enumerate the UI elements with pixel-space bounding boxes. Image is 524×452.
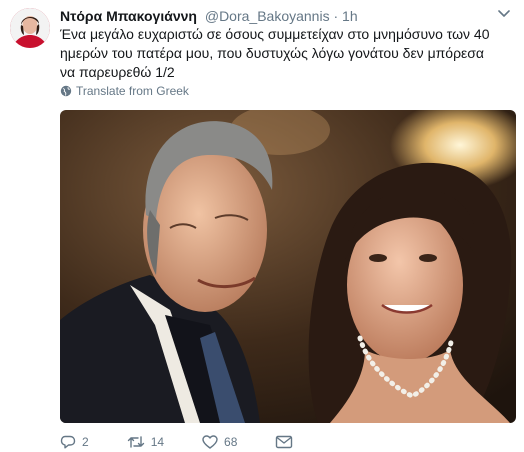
tweet[interactable]: Ντόρα Μπακογιάννη @Dora_Bakoyannis · 1h … [0,0,524,449]
tweet-timestamp[interactable]: 1h [342,8,358,24]
retweet-count: 14 [150,435,165,449]
author-handle[interactable]: @Dora_Bakoyannis [205,8,330,24]
globe-icon [60,85,72,97]
translate-link[interactable]: Translate from Greek [60,84,189,98]
chevron-down-icon[interactable] [496,8,512,20]
tweet-header: Ντόρα Μπακογιάννη @Dora_Bakoyannis · 1h [60,7,358,25]
photo-image [60,110,516,423]
avatar[interactable] [10,8,50,48]
like-button[interactable]: 68 [202,435,237,449]
retweet-icon [127,436,144,448]
direct-message-button[interactable] [275,435,293,449]
envelope-icon [276,435,293,449]
reply-count: 2 [82,435,89,449]
retweet-button[interactable]: 14 [127,435,164,449]
reply-button[interactable]: 2 [60,435,89,449]
reply-icon [60,435,76,449]
tweet-actions: 2 14 68 [60,432,331,452]
tweet-text: Ένα μεγάλο ευχαριστώ σε όσους συμμετείχα… [60,26,490,80]
tweet-photo[interactable] [60,110,516,423]
translate-label: Translate from Greek [76,84,189,98]
heart-icon [202,435,218,449]
avatar-image [10,8,50,48]
author-name[interactable]: Ντόρα Μπακογιάννη [60,8,197,24]
like-count: 68 [224,435,238,449]
separator-dot: · [333,8,339,24]
